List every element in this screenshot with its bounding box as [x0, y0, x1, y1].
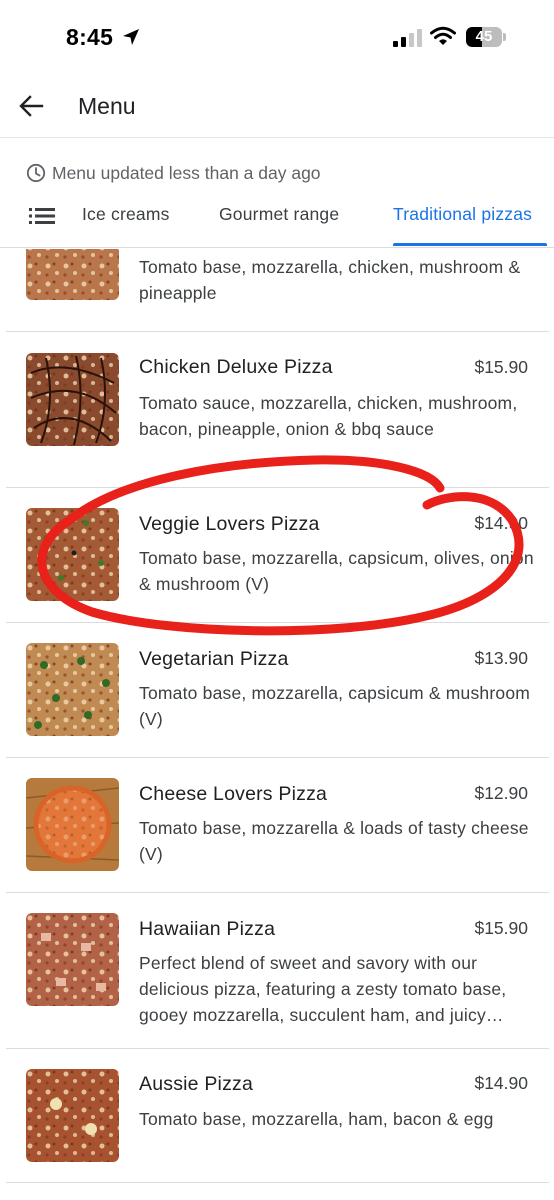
status-bar: 8:45 45 — [0, 0, 554, 74]
menu-item[interactable]: Tomato base, mozzarella, chicken, mushro… — [0, 249, 554, 332]
item-description: Tomato base, mozzarella & loads of tasty… — [139, 818, 529, 864]
tab-traditional-pizzas[interactable]: Traditional pizzas — [393, 204, 532, 225]
menu-updated-info: Menu updated less than a day ago — [26, 162, 321, 184]
item-description: Tomato base, mozzarella, chicken, mushro… — [139, 257, 521, 303]
battery-icon: 45 — [466, 27, 506, 47]
item-description: Tomato base, mozzarella, capsicum, olive… — [139, 548, 534, 594]
item-price: $14.90 — [474, 513, 528, 533]
status-time: 8:45 — [66, 24, 114, 50]
item-price: $13.90 — [474, 648, 528, 668]
menu-item[interactable]: Hawaiian Pizza $15.90 Perfect blend of s… — [0, 893, 554, 1049]
item-name: Veggie Lovers Pizza — [139, 513, 320, 535]
item-description: Tomato sauce, mozzarella, chicken, mushr… — [139, 393, 518, 439]
pizza-image — [26, 353, 119, 446]
pizza-image — [26, 643, 119, 736]
item-name: Aussie Pizza — [139, 1073, 254, 1095]
item-description: Perfect blend of sweet and savory with o… — [139, 953, 507, 1025]
item-name: Hawaiian Pizza — [139, 918, 276, 940]
category-tabs: Ice creams Gourmet range Traditional piz… — [0, 196, 554, 248]
item-price: $15.90 — [474, 918, 528, 938]
item-price: $15.90 — [474, 357, 528, 377]
item-description: Tomato base, mozzarella, capsicum & mush… — [139, 683, 531, 729]
item-price: $12.90 — [474, 783, 528, 803]
app-bar: Menu — [0, 74, 554, 138]
item-name: Vegetarian Pizza — [139, 648, 289, 670]
pizza-image — [26, 249, 119, 300]
tab-gourmet-range[interactable]: Gourmet range — [219, 204, 339, 225]
page-title: Menu — [78, 93, 136, 119]
item-name: Cheese Lovers Pizza — [139, 783, 328, 805]
menu-item[interactable]: Cheese Lovers Pizza $12.90 Tomato base, … — [0, 758, 554, 893]
list-icon[interactable] — [29, 208, 55, 224]
pizza-image — [26, 508, 119, 601]
menu-item[interactable]: Veggie Lovers Pizza $14.90 Tomato base, … — [0, 488, 554, 623]
clock-icon — [26, 163, 46, 183]
menu-updated-text: Menu updated less than a day ago — [52, 162, 321, 183]
cellular-signal-icon — [393, 29, 422, 47]
pizza-image — [26, 778, 119, 871]
location-arrow-icon — [123, 29, 139, 45]
item-price: $14.90 — [474, 1073, 528, 1093]
divider — [6, 1182, 549, 1183]
menu-item[interactable]: Aussie Pizza $14.90 Tomato base, mozzare… — [0, 1048, 554, 1183]
battery-level: 45 — [475, 28, 493, 45]
pizza-image — [26, 913, 119, 1006]
pizza-image — [26, 1069, 119, 1162]
item-name: Chicken Deluxe Pizza — [139, 356, 333, 378]
menu-item[interactable]: Chicken Deluxe Pizza $15.90 Tomato sauce… — [0, 332, 554, 488]
menu-item-list[interactable]: Tomato base, mozzarella, chicken, mushro… — [0, 249, 554, 1200]
active-tab-indicator — [393, 243, 547, 246]
item-description: Tomato base, mozzarella, ham, bacon & eg… — [139, 1109, 494, 1129]
arrow-left-icon[interactable] — [18, 93, 44, 119]
tab-ice-creams[interactable]: Ice creams — [82, 204, 170, 225]
wifi-icon — [430, 26, 456, 45]
menu-item[interactable]: Vegetarian Pizza $13.90 Tomato base, moz… — [0, 623, 554, 758]
